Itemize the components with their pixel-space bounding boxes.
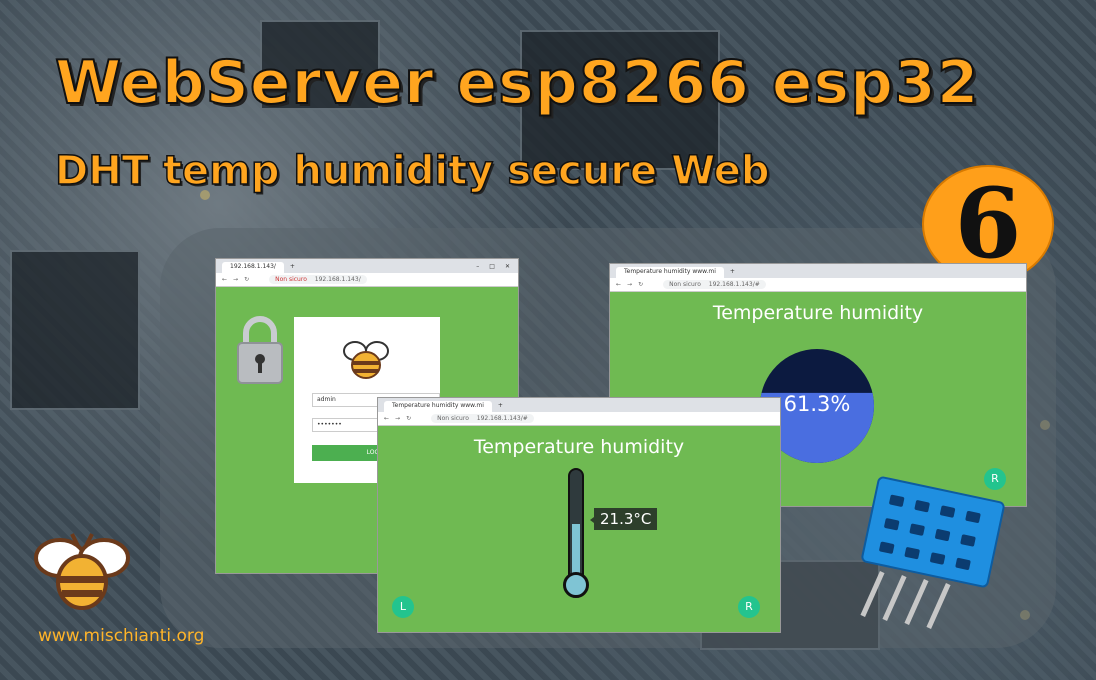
- temperature-page: Temperature humidity 21.3°C L R: [378, 426, 780, 632]
- round-button-right[interactable]: R: [984, 468, 1006, 490]
- subheadline: DHT temp humidity secure Web: [54, 147, 770, 195]
- back-icon[interactable]: ←: [384, 415, 389, 422]
- minimize-icon[interactable]: –: [476, 263, 479, 270]
- pcb-chip: [10, 250, 140, 410]
- titlebar: 192.168.1.143/ + – □ ✕: [216, 259, 518, 273]
- titlebar: Temperature humidity www.mi +: [378, 398, 780, 412]
- temperature-browser-window: Temperature humidity www.mi + ← → ↻ Non …: [378, 398, 780, 632]
- forward-icon[interactable]: →: [627, 281, 632, 288]
- padlock-icon: [234, 313, 286, 385]
- url-field[interactable]: Non sicuro 192.168.1.143/#: [663, 280, 766, 289]
- address-bar[interactable]: ← → ↻ Non sicuro 192.168.1.143/: [216, 273, 518, 287]
- bee-icon: [341, 337, 391, 381]
- reload-icon[interactable]: ↻: [406, 415, 411, 422]
- security-warning: Non sicuro: [275, 276, 307, 283]
- browser-tab[interactable]: Temperature humidity www.mi: [616, 267, 724, 278]
- address-bar[interactable]: ← → ↻ Non sicuro 192.168.1.143/#: [610, 278, 1026, 292]
- back-icon[interactable]: ←: [616, 281, 621, 288]
- browser-tab[interactable]: Temperature humidity www.mi: [384, 401, 492, 412]
- footer-url[interactable]: www.mischianti.org: [38, 626, 204, 646]
- new-tab-button[interactable]: +: [290, 263, 295, 270]
- new-tab-button[interactable]: +: [730, 268, 735, 275]
- thermometer-bulb: [563, 572, 589, 598]
- security-warning: Non sicuro: [437, 415, 469, 422]
- close-icon[interactable]: ✕: [505, 263, 510, 270]
- page-title: Temperature humidity: [712, 302, 924, 324]
- page-title: Temperature humidity: [473, 436, 685, 458]
- headline: WebServer esp8266 esp32: [54, 47, 980, 119]
- round-button-left[interactable]: L: [392, 596, 414, 618]
- url-text: 192.168.1.143/: [314, 276, 361, 283]
- forward-icon[interactable]: →: [395, 415, 400, 422]
- maximize-icon[interactable]: □: [489, 263, 495, 270]
- security-warning: Non sicuro: [669, 281, 701, 288]
- temperature-value: 21.3°C: [589, 508, 658, 530]
- address-bar[interactable]: ← → ↻ Non sicuro 192.168.1.143/#: [378, 412, 780, 426]
- forward-icon[interactable]: →: [233, 276, 238, 283]
- reload-icon[interactable]: ↻: [638, 281, 643, 288]
- browser-tab[interactable]: 192.168.1.143/: [222, 262, 284, 273]
- url-field[interactable]: Non sicuro 192.168.1.143/#: [431, 414, 534, 423]
- new-tab-button[interactable]: +: [498, 402, 503, 409]
- url-field[interactable]: Non sicuro 192.168.1.143/: [269, 275, 367, 284]
- url-text: 192.168.1.143/#: [476, 415, 528, 422]
- reload-icon[interactable]: ↻: [244, 276, 249, 283]
- bee-logo: [32, 524, 132, 614]
- titlebar: Temperature humidity www.mi +: [610, 264, 1026, 278]
- round-button-right[interactable]: R: [738, 596, 760, 618]
- thermometer-tube: [568, 468, 584, 586]
- back-icon[interactable]: ←: [222, 276, 227, 283]
- url-text: 192.168.1.143/#: [708, 281, 760, 288]
- episode-number: 6: [954, 167, 1022, 280]
